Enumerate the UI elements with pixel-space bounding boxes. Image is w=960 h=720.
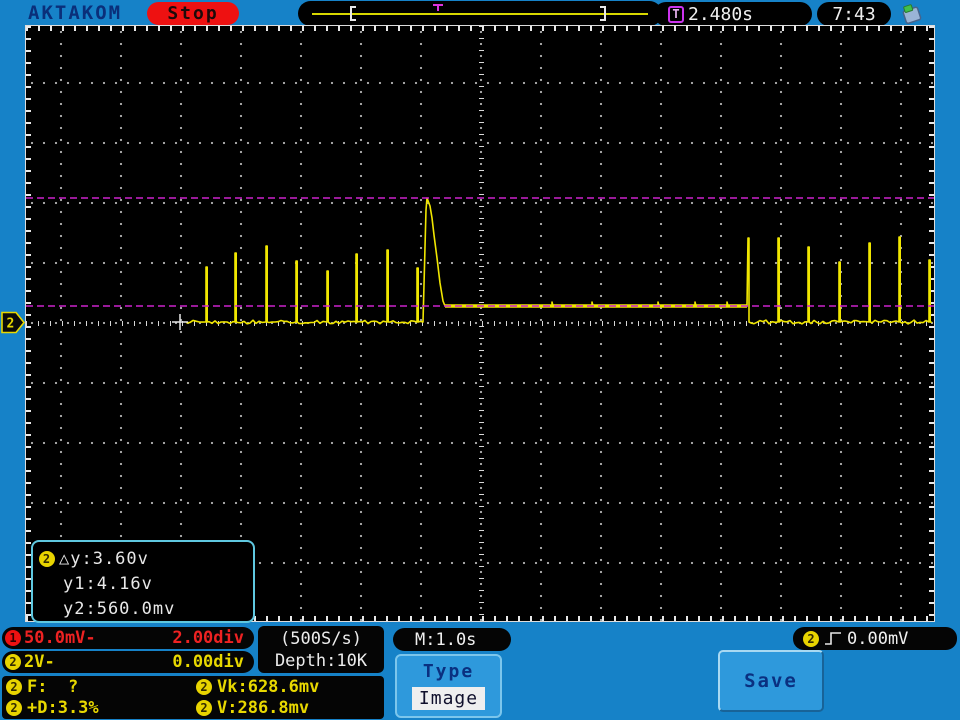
meas-vk-badge: 2 (196, 679, 212, 696)
meas-freq: F: ? (27, 677, 79, 698)
trigger-time-value: 2.480s (688, 3, 754, 25)
menu-selected-option[interactable]: Image (411, 687, 486, 710)
window-left-bracket-icon (350, 6, 356, 21)
channel2-scale: 2V- (24, 652, 55, 672)
rising-edge-icon (825, 632, 841, 645)
channel2-ground-label: 2 (7, 317, 15, 332)
cursor-y1-value: y1:4.16v (63, 573, 153, 594)
sample-rate: (500S/s) (280, 628, 362, 649)
memory-depth: Depth:10K (274, 650, 368, 671)
meas-freq-badge: 2 (6, 679, 22, 696)
meas-duty: +D:3.3% (27, 697, 99, 718)
channel2-ground-marker[interactable]: 2 (1, 311, 27, 334)
waveform-plot (26, 197, 934, 330)
cursor-delta-y: △y:3.60v (59, 548, 149, 569)
trigger-point-cross-icon (172, 314, 188, 330)
acquisition-info-box: (500S/s) Depth:10K (258, 626, 384, 673)
channel2-badge: 2 (39, 550, 55, 567)
trigger-position-icon (433, 4, 443, 11)
channel2-badge: 2 (5, 654, 21, 670)
channel1-status-bar: 1 50.0mV- 2.00div (2, 627, 254, 649)
meas-duty-badge: 2 (6, 699, 22, 716)
usb-disk-icon (902, 4, 922, 25)
cursor-y2-value: y2:560.0mv (63, 598, 176, 619)
channel2-status-bar: 2 2V- 0.00div (2, 651, 254, 673)
meas-v: V:286.8mv (217, 697, 310, 718)
trigger-t-icon: T (668, 5, 684, 23)
channel2-position: 0.00div (172, 652, 244, 672)
record-length-line (312, 13, 648, 15)
window-right-bracket-icon (600, 6, 606, 21)
save-button[interactable]: Save (718, 650, 824, 712)
meas-vk: Vk:628.6mv (217, 677, 320, 698)
brand-logo: AKTAKOM (28, 2, 123, 24)
horizontal-position-bar[interactable] (298, 1, 662, 26)
cursor-measurement-box: 2 △y:3.60v y1:4.16v y2:560.0mv (31, 540, 255, 623)
trigger-source-badge: 2 (803, 630, 819, 647)
save-type-menu[interactable]: Type Image (395, 654, 502, 718)
run-stop-indicator[interactable]: Stop (147, 2, 239, 25)
menu-title: Type (422, 661, 475, 682)
trigger-time-indicator: T 2.480s (654, 2, 812, 26)
channel1-scale: 50.0mV- (24, 628, 96, 648)
channel1-position: 2.00div (172, 628, 244, 648)
channel1-badge: 1 (5, 630, 21, 646)
meas-v-badge: 2 (196, 699, 212, 716)
measurements-bar: 2 F: ? 2 Vk:628.6mv 2 +D:3.3% 2 V:286.8m… (2, 676, 384, 719)
timebase-indicator: M:1.0s (393, 628, 511, 651)
trigger-level-value: 0.00mV (847, 628, 909, 649)
clock: 7:43 (817, 2, 891, 26)
trigger-level-indicator: 2 0.00mV (793, 627, 957, 650)
